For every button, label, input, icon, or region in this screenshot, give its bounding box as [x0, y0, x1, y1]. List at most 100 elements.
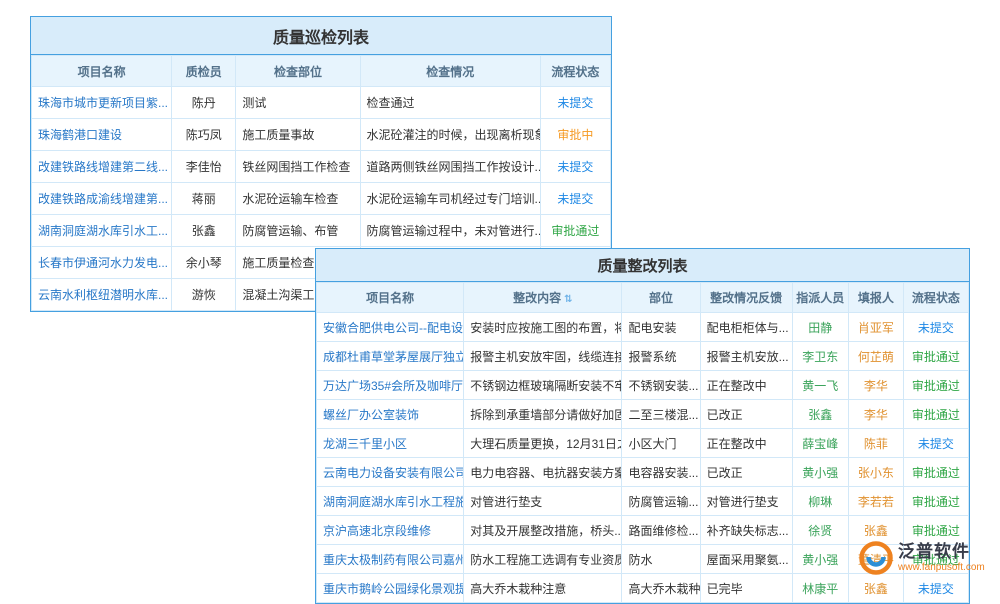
- cell-feedback: 正在整改中: [700, 371, 792, 400]
- column-header-label: 质检员: [186, 65, 222, 79]
- cell-flow-status: 审批通过: [903, 400, 968, 429]
- cell-project-name[interactable]: 湖南洞庭湖水库引水工程施工1...: [317, 487, 464, 516]
- cell-rectify-content: 电力电容器、电抗器安装方案,...: [464, 458, 622, 487]
- table-row: 安徽合肥供电公司--配电设备...安装时应按施工图的布置，将...配电安装配电柜…: [317, 313, 969, 342]
- cell-rectify-content: 报警主机安放牢固，线缆连接...: [464, 342, 622, 371]
- cell-part: 报警系统: [622, 342, 700, 371]
- cell-project-name[interactable]: 珠海市城市更新项目紫...: [32, 87, 172, 119]
- cell-project-name[interactable]: 万达广场35#会所及咖啡厅空...: [317, 371, 464, 400]
- page: { "colors": { "panel_border": "#45a0e0",…: [0, 0, 1000, 600]
- cell-feedback: 已改正: [700, 400, 792, 429]
- cell-assignee: 黄小强: [792, 545, 848, 574]
- cell-part: 防腐管运输...: [622, 487, 700, 516]
- cell-assignee: 李卫东: [792, 342, 848, 371]
- cell-inspection-detail: 水泥砼运输车司机经过专门培训...: [360, 183, 540, 215]
- cell-feedback: 报警主机安放...: [700, 342, 792, 371]
- cell-rectify-content: 高大乔木栽种注意: [464, 574, 622, 603]
- cell-inspector: 陈巧凤: [172, 119, 236, 151]
- column-header-label: 整改内容: [513, 291, 561, 305]
- cell-project-name[interactable]: 重庆太极制药有限公司嘉州中...: [317, 545, 464, 574]
- cell-inspection-detail: 防腐管运输过程中，未对管进行...: [360, 215, 540, 247]
- cell-flow-status: 审批通过: [903, 458, 968, 487]
- table-row: 万达广场35#会所及咖啡厅空...不锈钢边框玻璃隔断安装不牢...不锈钢安装..…: [317, 371, 969, 400]
- cell-part: 二至三楼混...: [622, 400, 700, 429]
- table-row: 珠海鹤港口建设陈巧凤施工质量事故水泥砼灌注的时候，出现离析现象审批中: [32, 119, 611, 151]
- cell-reporter: 李若若: [848, 487, 903, 516]
- cell-inspector: 游恢: [172, 279, 236, 311]
- cell-flow-status: 审批通过: [903, 342, 968, 371]
- fanpu-watermark: 泛普软件 www.fanpusoft.com: [858, 540, 985, 576]
- cell-project-name[interactable]: 京沪高速北京段维修: [317, 516, 464, 545]
- cell-project-name[interactable]: 湖南洞庭湖水库引水工...: [32, 215, 172, 247]
- cell-assignee: 柳琳: [792, 487, 848, 516]
- column-header-rectify-content: 整改内容⇅: [464, 283, 622, 313]
- inspection-table-title: 质量巡检列表: [31, 17, 611, 55]
- cell-flow-status: 未提交: [903, 574, 968, 603]
- cell-project-name[interactable]: 云南水利枢纽潜明水库...: [32, 279, 172, 311]
- column-header-label: 流程状态: [551, 65, 599, 79]
- cell-project-name[interactable]: 安徽合肥供电公司--配电设备...: [317, 313, 464, 342]
- cell-rectify-content: 对管进行垫支: [464, 487, 622, 516]
- column-header-label: 指派人员: [796, 291, 844, 305]
- cell-rectify-content: 拆除到承重墙部分请做好加固...: [464, 400, 622, 429]
- cell-flow-status: 审批通过: [540, 215, 610, 247]
- rectification-table-title: 质量整改列表: [316, 249, 969, 282]
- column-header-inspection-part: 检查部位: [236, 56, 360, 87]
- cell-flow-status: 审批通过: [903, 487, 968, 516]
- cell-feedback: 屋面采用聚氨...: [700, 545, 792, 574]
- cell-project-name[interactable]: 螺丝厂办公室装饰: [317, 400, 464, 429]
- cell-part: 高大乔木栽种: [622, 574, 700, 603]
- cell-assignee: 黄一飞: [792, 371, 848, 400]
- cell-inspection-part: 水泥砼运输车检查: [236, 183, 360, 215]
- cell-reporter: 何芷萌: [848, 342, 903, 371]
- cell-feedback: 配电柜柜体与...: [700, 313, 792, 342]
- cell-assignee: 徐贤: [792, 516, 848, 545]
- cell-feedback: 已改正: [700, 458, 792, 487]
- cell-part: 配电安装: [622, 313, 700, 342]
- cell-inspection-part: 铁丝网围挡工作检查: [236, 151, 360, 183]
- table-row: 湖南洞庭湖水库引水工程施工1...对管进行垫支防腐管运输...对管进行垫支柳琳李…: [317, 487, 969, 516]
- column-header-feedback: 整改情况反馈: [700, 283, 792, 313]
- cell-project-name[interactable]: 珠海鹤港口建设: [32, 119, 172, 151]
- column-header-inspection-detail: 检查情况: [360, 56, 540, 87]
- cell-project-name[interactable]: 重庆市鹅岭公园绿化景观提升...: [317, 574, 464, 603]
- column-header-label: 部位: [649, 291, 673, 305]
- column-header-reporter: 填报人: [848, 283, 903, 313]
- cell-inspection-detail: 道路两侧铁丝网围挡工作按设计...: [360, 151, 540, 183]
- cell-flow-status: 未提交: [903, 429, 968, 458]
- column-header-label: 整改情况反馈: [710, 291, 782, 305]
- table-row: 珠海市城市更新项目紫...陈丹测试检查通过未提交: [32, 87, 611, 119]
- cell-part: 不锈钢安装...: [622, 371, 700, 400]
- sort-icon[interactable]: ⇅: [564, 294, 572, 305]
- brand-url[interactable]: www.fanpusoft.com: [898, 562, 985, 574]
- column-header-label: 流程状态: [912, 291, 960, 305]
- cell-rectify-content: 防水工程施工选调有专业资质...: [464, 545, 622, 574]
- brand-name: 泛普软件: [898, 542, 985, 562]
- cell-inspector: 余小琴: [172, 247, 236, 279]
- cell-inspection-part: 施工质量事故: [236, 119, 360, 151]
- cell-reporter: 肖亚军: [848, 313, 903, 342]
- cell-reporter: 李华: [848, 371, 903, 400]
- table-row: 改建铁路成渝线增建第...蒋丽水泥砼运输车检查水泥砼运输车司机经过专门培训...…: [32, 183, 611, 215]
- cell-part: 电容器安装...: [622, 458, 700, 487]
- fanpu-logo-icon: [858, 540, 894, 576]
- cell-inspection-detail: 水泥砼灌注的时候，出现离析现象: [360, 119, 540, 151]
- cell-flow-status: 审批中: [540, 119, 610, 151]
- cell-project-name[interactable]: 龙湖三千里小区: [317, 429, 464, 458]
- cell-project-name[interactable]: 改建铁路成渝线增建第...: [32, 183, 172, 215]
- cell-project-name[interactable]: 改建铁路线增建第二线...: [32, 151, 172, 183]
- cell-inspector: 陈丹: [172, 87, 236, 119]
- column-header-flow-status: 流程状态: [540, 56, 610, 87]
- cell-inspector: 蒋丽: [172, 183, 236, 215]
- cell-project-name[interactable]: 成都杜甫草堂茅屋展厅独立展...: [317, 342, 464, 371]
- cell-project-name[interactable]: 长春市伊通河水力发电...: [32, 247, 172, 279]
- cell-part: 小区大门: [622, 429, 700, 458]
- cell-rectify-content: 安装时应按施工图的布置，将...: [464, 313, 622, 342]
- cell-reporter: 李华: [848, 400, 903, 429]
- column-header-label: 填报人: [858, 291, 894, 305]
- cell-feedback: 对管进行垫支: [700, 487, 792, 516]
- cell-part: 路面维修检...: [622, 516, 700, 545]
- cell-project-name[interactable]: 云南电力设备安装有限公司20...: [317, 458, 464, 487]
- cell-feedback: 补齐缺失标志...: [700, 516, 792, 545]
- cell-flow-status: 未提交: [540, 151, 610, 183]
